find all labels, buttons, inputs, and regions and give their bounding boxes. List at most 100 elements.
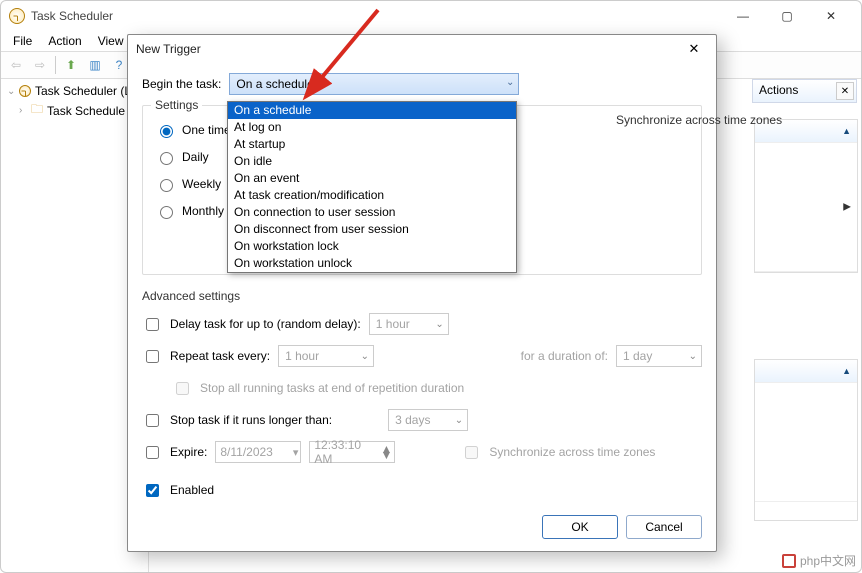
- radio-monthly-input[interactable]: [160, 206, 173, 219]
- cancel-button[interactable]: Cancel: [626, 515, 702, 539]
- dropdown-item[interactable]: At startup: [228, 136, 516, 153]
- actions-header: Actions ✕: [752, 79, 857, 103]
- expire-time-input[interactable]: 12:33:10 AM▲▼: [309, 441, 395, 463]
- main-titlebar[interactable]: Task Scheduler — ▢ ✕: [1, 1, 861, 31]
- forward-icon[interactable]: ⇨: [29, 54, 51, 76]
- enabled-label: Enabled: [170, 483, 214, 497]
- back-icon[interactable]: ⇦: [5, 54, 27, 76]
- close-icon[interactable]: ✕: [680, 35, 708, 63]
- radio-one-time-input[interactable]: [160, 125, 173, 138]
- chevron-down-icon: ⌄: [455, 415, 463, 426]
- preview-panel-1: ▲ ▶: [754, 119, 858, 273]
- folder-icon: 🗀: [31, 100, 43, 121]
- expire-date-text: 8/11/2023: [220, 445, 273, 459]
- dropdown-item[interactable]: On a schedule: [228, 102, 516, 119]
- panel-icon[interactable]: ▥: [84, 54, 106, 76]
- ok-button[interactable]: OK: [542, 515, 618, 539]
- radio-daily-label: Daily: [182, 150, 209, 164]
- divider: [55, 56, 56, 74]
- repeat-row: Repeat task every: 1 hour⌄ for a duratio…: [142, 345, 702, 367]
- expire-date-input[interactable]: 8/11/2023 ▾: [215, 441, 301, 463]
- scroll-up-icon[interactable]: ▲: [755, 360, 857, 382]
- delay-row: Delay task for up to (random delay): 1 h…: [142, 313, 702, 335]
- chevron-down-icon: ⌄: [689, 351, 697, 362]
- settings-group-title: Settings: [151, 98, 202, 112]
- advanced-settings-header: Advanced settings: [142, 289, 702, 303]
- expire-checkbox[interactable]: [146, 446, 159, 459]
- radio-one-time-label: One time: [182, 123, 231, 137]
- enabled-checkbox[interactable]: [146, 484, 159, 497]
- actions-panel: Actions ✕: [752, 79, 857, 103]
- close-button[interactable]: ✕: [809, 2, 853, 30]
- stop-if-longer-select[interactable]: 3 days ⌄: [388, 409, 468, 431]
- dropdown-item[interactable]: On connection to user session: [228, 204, 516, 221]
- preview-body: ▶: [755, 142, 857, 272]
- enabled-row: Enabled: [142, 479, 702, 501]
- dropdown-item[interactable]: At task creation/modification: [228, 187, 516, 204]
- stop-if-longer-label: Stop task if it runs longer than:: [170, 413, 332, 427]
- duration-value-select[interactable]: 1 day ⌄: [616, 345, 702, 367]
- stop-running-checkbox: [176, 382, 189, 395]
- radio-weekly-input[interactable]: [160, 179, 173, 192]
- actions-close-icon[interactable]: ✕: [836, 82, 854, 100]
- chevron-down-icon: ⌄: [506, 77, 514, 88]
- begin-task-label: Begin the task:: [142, 77, 221, 91]
- begin-task-value: On a schedule: [236, 77, 313, 91]
- sync-timezones-label-2: Synchronize across time zones: [489, 445, 655, 459]
- spinner-icon[interactable]: ▲▼: [380, 446, 392, 458]
- ok-button-label: OK: [571, 520, 588, 534]
- repeat-value-text: 1 hour: [285, 349, 319, 363]
- annotation-arrow-icon: [310, 4, 390, 97]
- maximize-button[interactable]: ▢: [765, 2, 809, 30]
- delay-value-text: 1 hour: [376, 317, 410, 331]
- stop-running-row: Stop all running tasks at end of repetit…: [172, 377, 702, 399]
- php-logo-icon: [782, 554, 796, 568]
- dropdown-item[interactable]: On workstation lock: [228, 238, 516, 255]
- stop-if-longer-text: 3 days: [395, 413, 430, 427]
- expire-row: Expire: 8/11/2023 ▾ 12:33:10 AM▲▼ Synchro…: [142, 441, 702, 463]
- calendar-icon[interactable]: ▾: [293, 446, 299, 459]
- dialog-titlebar[interactable]: New Trigger ✕: [128, 35, 716, 63]
- chevron-right-icon[interactable]: ›: [19, 105, 31, 116]
- watermark-text: php中文网: [800, 552, 856, 569]
- chevron-down-icon: ⌄: [361, 351, 369, 362]
- minimize-button[interactable]: —: [721, 2, 765, 30]
- up-icon[interactable]: ⬆: [60, 54, 82, 76]
- chevron-right-icon[interactable]: ▶: [843, 202, 851, 213]
- begin-task-dropdown-list[interactable]: On a schedule At log on At startup On id…: [227, 101, 517, 273]
- tree-root[interactable]: ⌄ Task Scheduler (L: [5, 83, 144, 99]
- dropdown-item[interactable]: On idle: [228, 153, 516, 170]
- repeat-checkbox[interactable]: [146, 350, 159, 363]
- repeat-label: Repeat task every:: [170, 349, 270, 363]
- chevron-down-icon: ⌄: [435, 319, 443, 330]
- repeat-value-select[interactable]: 1 hour ⌄: [278, 345, 374, 367]
- dropdown-item[interactable]: At log on: [228, 119, 516, 136]
- delay-checkbox[interactable]: [146, 318, 159, 331]
- duration-value-text: 1 day: [623, 349, 652, 363]
- dropdown-item[interactable]: On disconnect from user session: [228, 221, 516, 238]
- dialog-buttons: OK Cancel: [542, 515, 702, 539]
- expire-label: Expire:: [170, 445, 207, 459]
- stop-if-longer-checkbox[interactable]: [146, 414, 159, 427]
- menu-action[interactable]: Action: [42, 32, 87, 50]
- radio-monthly-label: Monthly: [182, 204, 224, 218]
- dialog-title: New Trigger: [136, 42, 680, 56]
- expire-time-text: 12:33:10 AM: [314, 438, 380, 466]
- menu-view[interactable]: View: [92, 32, 130, 50]
- radio-weekly-label: Weekly: [182, 177, 221, 191]
- preview-panel-2: ▲: [754, 359, 858, 521]
- tree-child-label: Task Schedule: [47, 104, 125, 118]
- chevron-down-icon[interactable]: ⌄: [7, 86, 19, 97]
- menu-file[interactable]: File: [7, 32, 38, 50]
- watermark: php中文网: [782, 552, 856, 569]
- radio-daily-input[interactable]: [160, 152, 173, 165]
- tree-root-label: Task Scheduler (L: [35, 84, 131, 98]
- clock-icon: [19, 85, 31, 97]
- cancel-button-label: Cancel: [645, 520, 682, 534]
- delay-value-select[interactable]: 1 hour ⌄: [369, 313, 449, 335]
- dropdown-item[interactable]: On an event: [228, 170, 516, 187]
- tree-child[interactable]: › 🗀 Task Schedule: [5, 99, 144, 122]
- dropdown-item[interactable]: On workstation unlock: [228, 255, 516, 272]
- stop-running-label: Stop all running tasks at end of repetit…: [200, 381, 464, 395]
- sync-timezones-label: Synchronize across time zones: [616, 113, 782, 127]
